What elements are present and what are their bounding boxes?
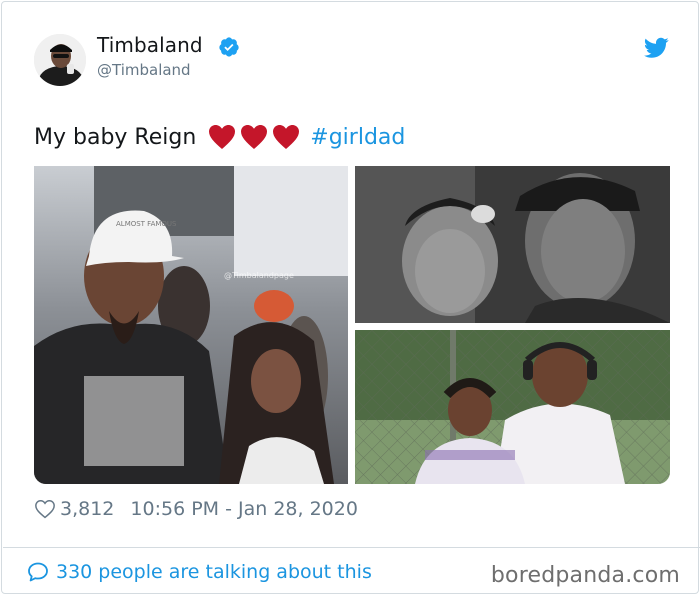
red-heart-icon	[273, 125, 300, 149]
tweet-meta-row: 3,812 10:56 PM - Jan 28, 2020	[34, 497, 358, 521]
photo-black-and-white-closeup	[355, 166, 670, 323]
tweet-card: Timbaland @Timbaland My baby Reign #girl…	[1, 1, 700, 594]
tweet-text: My baby Reign #girldad	[34, 124, 405, 150]
author-avatar[interactable]	[34, 34, 86, 86]
divider	[3, 547, 700, 548]
conversation-link[interactable]: 330 people are talking about this	[26, 558, 372, 586]
author-display-name[interactable]: Timbaland	[97, 33, 203, 57]
heart-emoji-group	[208, 124, 300, 150]
twitter-bird-icon[interactable]	[644, 37, 669, 59]
source-watermark: boredpanda.com	[490, 563, 680, 588]
avatar-image	[34, 34, 86, 86]
red-heart-icon	[241, 125, 268, 149]
author-handle[interactable]: @Timbaland	[97, 61, 191, 79]
heart-outline-icon[interactable]	[34, 498, 56, 520]
cap-text: ALMOST FAMOUS	[116, 220, 177, 228]
red-heart-icon	[209, 125, 236, 149]
photo-father-and-daughter-at-event: ALMOST FAMOUS @Timbalandpage	[34, 166, 348, 484]
tweet-photo-3[interactable]	[355, 330, 670, 484]
tweet-text-body: My baby Reign	[34, 124, 197, 150]
hashtag-link[interactable]: #girldad	[310, 125, 405, 150]
speech-bubble-icon	[28, 562, 48, 582]
conversation-label: 330 people are talking about this	[56, 561, 372, 583]
like-count[interactable]: 3,812	[60, 498, 114, 520]
verified-badge-icon	[219, 37, 239, 57]
photo-watermark-text: @Timbalandpage	[224, 271, 294, 280]
tweet-photo-1[interactable]: ALMOST FAMOUS @Timbalandpage	[34, 166, 348, 484]
tweet-photo-2[interactable]	[355, 166, 670, 323]
photo-father-and-daughter-by-fence	[355, 330, 670, 484]
tweet-timestamp[interactable]: 10:56 PM - Jan 28, 2020	[130, 498, 358, 520]
